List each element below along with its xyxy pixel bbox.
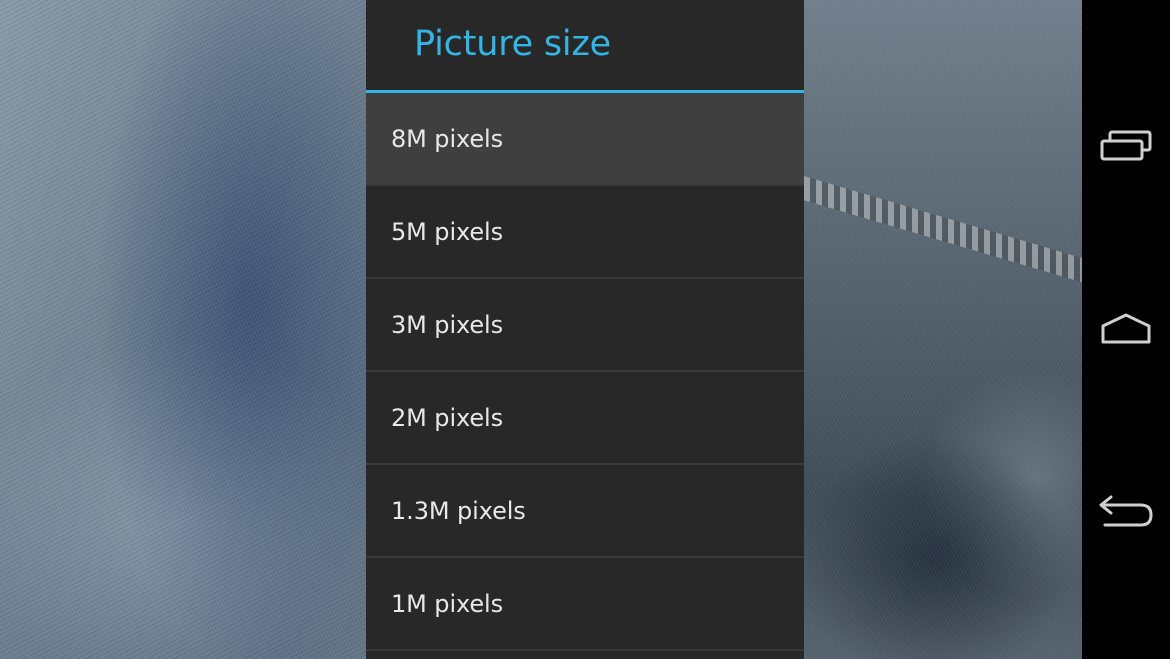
back-icon (1097, 493, 1155, 529)
option-label: 1M pixels (391, 589, 504, 618)
option-8m-pixels[interactable]: 8M pixels (366, 93, 804, 186)
option-5m-pixels[interactable]: 5M pixels (366, 186, 804, 279)
back-button[interactable] (1096, 481, 1156, 541)
option-label: 3M pixels (391, 310, 504, 339)
option-1m-pixels[interactable]: 1M pixels (366, 558, 804, 651)
option-2m-pixels[interactable]: 2M pixels (366, 372, 804, 465)
picture-size-dialog: Picture size 8M pixels 5M pixels 3M pixe… (366, 0, 804, 659)
camera-viewfinder-right (804, 0, 1082, 659)
dialog-header: Picture size (366, 0, 804, 90)
option-label: 2M pixels (391, 403, 504, 432)
home-button[interactable] (1096, 298, 1156, 358)
option-1-3m-pixels[interactable]: 1.3M pixels (366, 465, 804, 558)
option-3m-pixels[interactable]: 3M pixels (366, 279, 804, 372)
option-label: 5M pixels (391, 217, 504, 246)
picture-size-options: 8M pixels 5M pixels 3M pixels 2M pixels … (366, 93, 804, 651)
recent-apps-icon (1099, 129, 1153, 163)
home-icon (1099, 311, 1153, 345)
option-label: 1.3M pixels (391, 496, 526, 525)
dialog-title: Picture size (414, 24, 611, 64)
option-label: 8M pixels (391, 124, 504, 153)
navigation-bar (1082, 0, 1170, 659)
recent-apps-button[interactable] (1096, 116, 1156, 176)
camera-screen: Picture size 8M pixels 5M pixels 3M pixe… (0, 0, 1170, 659)
